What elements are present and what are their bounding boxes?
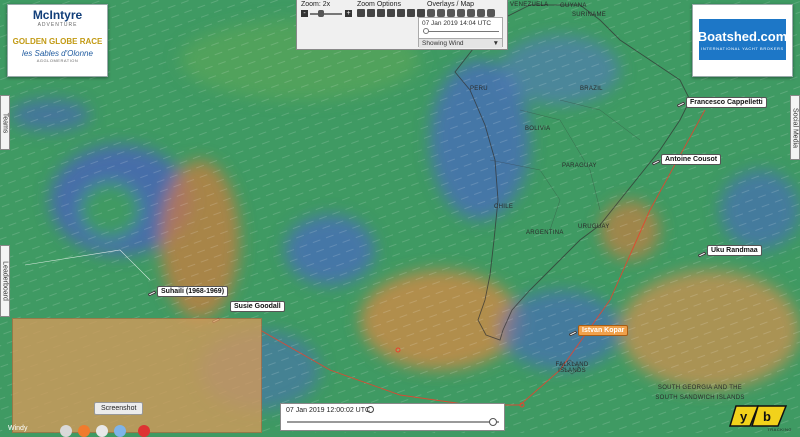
sponsor-tagline: INTERNATIONAL YACHT BROKERS (701, 45, 784, 51)
target-icon[interactable] (377, 9, 385, 17)
tab-social-media[interactable]: Social Media (790, 95, 800, 160)
map-controls: Zoom: 2x - + Zoom Options Overlays / Map… (296, 0, 508, 50)
clock-icon[interactable] (367, 406, 374, 413)
flag-overlay-icon[interactable] (447, 9, 455, 17)
playback-slider-handle[interactable] (488, 418, 497, 426)
flag-icon[interactable] (357, 9, 365, 17)
playback-bar: 07 Jan 2019 12:00:02 UTC (280, 403, 505, 431)
zoom-label: Zoom: 2x (301, 1, 331, 8)
zoom-options-label: Zoom Options (357, 1, 401, 8)
logo-race-name: GOLDEN GLOBE RACE (12, 37, 103, 46)
svg-text:b: b (763, 409, 771, 424)
zoom-slider-handle[interactable] (318, 10, 324, 17)
fullscreen-icon[interactable] (417, 9, 425, 17)
boat-label[interactable]: Istvan Kopar (578, 325, 629, 336)
playback-timestamp: 07 Jan 2019 12:00:02 UTC (286, 407, 371, 414)
tab-leaderboard-label: Leaderboard (1, 261, 9, 301)
sponsor-name: Boatshed.com (697, 28, 788, 44)
tab-leaderboard[interactable]: Leaderboard (0, 245, 10, 317)
zoom-out-button[interactable]: - (301, 10, 308, 17)
sponsor-logo: Boatshed.com INTERNATIONAL YACHT BROKERS (697, 19, 788, 60)
map-label-bolivia: BOLIVIA (525, 126, 551, 132)
map-label-guyana: GUYANA (560, 3, 587, 9)
app-icon[interactable] (78, 425, 90, 437)
map-label-peru: PERU (470, 86, 488, 92)
app-icon[interactable] (138, 425, 150, 437)
map-label-falklands: FALKLAND ISLANDS (555, 362, 589, 374)
map-label-suriname: SURINAME (572, 12, 607, 18)
app-icon[interactable] (114, 425, 126, 437)
binoculars-icon[interactable] (387, 9, 395, 17)
tab-teams[interactable]: Teams (0, 95, 10, 150)
map-label-venezuela: VENEZUELA (510, 2, 549, 8)
app-icon[interactable] (96, 425, 108, 437)
chevron-down-icon: ▼ (492, 40, 499, 47)
sponsor-banner[interactable]: Boatshed.com INTERNATIONAL YACHT BROKERS (692, 4, 793, 77)
overlay-select[interactable]: Showing Wind ▼ (419, 38, 502, 48)
dock: Windy (0, 419, 180, 437)
time-slider-handle[interactable] (423, 28, 429, 34)
tab-teams-label: Teams (1, 112, 9, 133)
logo-sponsor-sub: AGGLOMERATION (36, 58, 79, 63)
zoom-options-icons (357, 9, 425, 17)
expand-icon[interactable] (407, 9, 415, 17)
map-label-chile: CHILE (494, 204, 514, 210)
logo-title: McIntyre (32, 8, 83, 22)
boat-label[interactable]: Susie Goodall (230, 301, 285, 312)
map-label-brazil: BRAZIL (580, 86, 603, 92)
app-icon[interactable] (60, 425, 72, 437)
fleet-icon[interactable] (397, 9, 405, 17)
time-panel: 07 Jan 2019 14:04 UTC Showing Wind ▼ (418, 17, 503, 48)
map-label-argentina: ARGENTINA (526, 230, 564, 236)
pin-icon[interactable] (467, 9, 475, 17)
time-slider[interactable] (423, 28, 499, 34)
race-logo[interactable]: McIntyre ADVENTURE GOLDEN GLOBE RACE les… (7, 4, 108, 77)
layers-icon[interactable] (427, 9, 435, 17)
tab-social-media-label: Social Media (791, 107, 799, 148)
screenshot-preview (12, 318, 262, 433)
overlays-label: Overlays / Map (427, 1, 475, 8)
svg-text:y: y (740, 409, 748, 424)
boat-label[interactable]: Francesco Cappelletti (686, 97, 767, 108)
boat-label[interactable]: Uku Randmaa (707, 245, 762, 256)
screenshot-tooltip: Screenshot (94, 402, 144, 415)
boat-label[interactable]: Suhaili (1968-1969) (157, 286, 229, 297)
yb-tracking-logo[interactable]: y b TRACKING (728, 400, 798, 433)
overlay-select-value: Showing Wind (422, 40, 464, 47)
map-label-uruguay: URUGUAY (578, 224, 610, 230)
yb-tracking-text: TRACKING (767, 427, 792, 432)
plus-box-icon[interactable] (367, 9, 375, 17)
windy-label: Windy (8, 425, 28, 432)
current-timestamp: 07 Jan 2019 14:04 UTC (422, 20, 492, 27)
playback-slider[interactable] (287, 418, 499, 426)
zoom-in-button[interactable]: + (345, 10, 352, 17)
zoom-slider[interactable] (310, 10, 342, 17)
wind-icon[interactable] (457, 9, 465, 17)
globe-icon[interactable] (477, 9, 485, 17)
logo-subtitle: ADVENTURE (37, 22, 78, 28)
map-icon[interactable] (487, 9, 495, 17)
map-label-paraguay: PARAGUAY (562, 163, 597, 169)
overlay-icons (427, 9, 495, 17)
logo-sponsor: les Sables d'Olonne (22, 49, 93, 58)
boat-label[interactable]: Antoine Cousot (661, 154, 722, 165)
boat-icon[interactable] (437, 9, 445, 17)
